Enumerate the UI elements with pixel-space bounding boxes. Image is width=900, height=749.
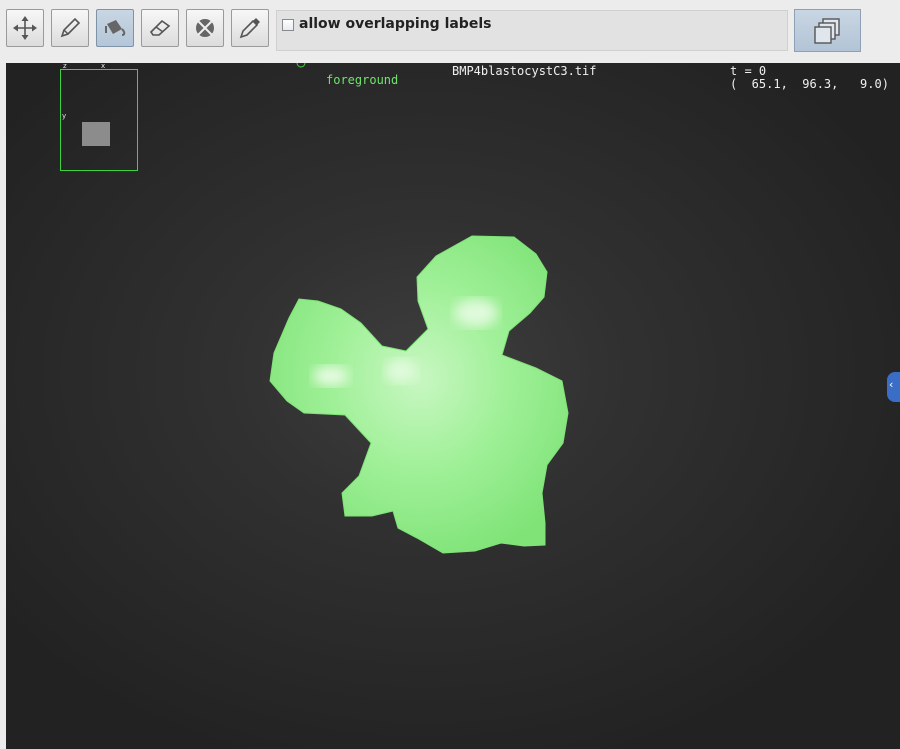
erase-label-icon <box>196 19 214 37</box>
fill-tool-button[interactable] <box>96 9 134 47</box>
erase-tool-button[interactable] <box>141 9 179 47</box>
navigator-axis-x: x <box>101 63 106 70</box>
allow-overlapping-labels-label[interactable]: allow overlapping labels <box>299 16 491 32</box>
eyedropper-icon <box>239 18 260 39</box>
move-tool-button[interactable] <box>6 9 44 47</box>
navigator-viewport-box[interactable] <box>82 122 110 146</box>
chevron-left-icon: ‹ <box>889 378 894 391</box>
microscopy-image <box>6 63 900 749</box>
tool-options-panel: allow overlapping labels <box>276 10 788 51</box>
coordinate-readout: ( 65.1, 96.3, 9.0) <box>730 77 889 91</box>
image-canvas[interactable]: foreground BMP4blastocystC3.tif t = 0 ( … <box>6 63 900 749</box>
eraser-icon <box>149 19 171 36</box>
paint-tool-button[interactable] <box>51 9 89 47</box>
time-readout: t = 0 <box>730 64 767 78</box>
layers-icon <box>813 17 840 44</box>
toolbar: allow overlapping labels <box>0 0 900 62</box>
side-panel-toggle[interactable]: ‹ <box>887 372 900 402</box>
layers-button[interactable] <box>794 9 861 52</box>
erase-label-tool-button[interactable] <box>186 9 224 47</box>
label-name-overlay: foreground <box>326 73 399 87</box>
navigator-axis-z: z <box>63 63 67 70</box>
bucket-fill-icon <box>105 20 126 36</box>
file-name-overlay: BMP4blastocystC3.tif <box>452 64 597 78</box>
navigator-minimap[interactable]: z x y <box>60 63 138 171</box>
navigator-axis-y: y <box>62 112 67 120</box>
pick-label-tool-button[interactable] <box>231 9 269 47</box>
pencil-icon <box>60 17 81 38</box>
move-icon <box>13 16 37 40</box>
allow-overlapping-labels-checkbox[interactable] <box>282 19 294 31</box>
